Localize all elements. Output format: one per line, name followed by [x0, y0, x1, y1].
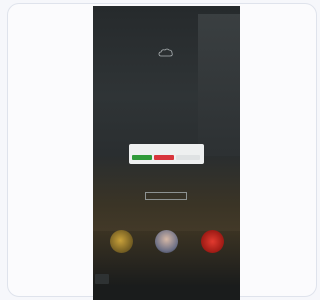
- thumbnail-image[interactable]: [201, 230, 224, 253]
- reject-button[interactable]: [154, 155, 174, 160]
- cta-button[interactable]: [145, 192, 187, 200]
- mobile-screenshot: [93, 6, 240, 300]
- thumbnail-image[interactable]: [110, 230, 133, 253]
- side-vertical-text: [220, 26, 230, 86]
- building-image: [198, 14, 240, 164]
- more-options-button[interactable]: [176, 155, 200, 160]
- thumbnail-image[interactable]: [155, 230, 178, 253]
- cloud-logo-icon: [158, 48, 173, 57]
- consent-dialog: [129, 144, 204, 164]
- chat-icon[interactable]: [95, 274, 109, 284]
- accept-button[interactable]: [132, 155, 152, 160]
